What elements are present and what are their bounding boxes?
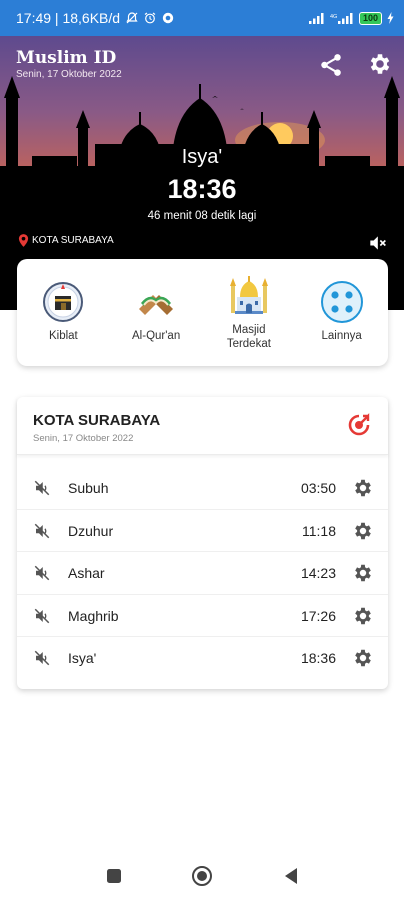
- status-bar: 17:49 | 18,6KB/d 4G 100: [0, 0, 404, 36]
- location-target-icon: [348, 413, 370, 436]
- quran-icon: [133, 279, 179, 325]
- shortcut-label: Masjid Terdekat: [226, 324, 271, 350]
- signal-icon: [308, 12, 325, 24]
- shortcut-label: Lainnya: [321, 330, 362, 342]
- current-prayer-name: Isya': [181, 146, 223, 168]
- prayer-settings-button[interactable]: [352, 605, 374, 627]
- prayer-time: 17:26: [300, 607, 336, 624]
- schedule-city: KOTA SURABAYA: [33, 412, 161, 429]
- mosque-icon: [226, 273, 272, 319]
- shortcut-quran[interactable]: Al-Qur'an: [110, 259, 203, 366]
- notification-off-button[interactable]: [33, 522, 51, 540]
- prayer-name: Isya': [68, 650, 97, 666]
- settings-button[interactable]: [367, 51, 393, 77]
- prayer-time: 11:18: [302, 522, 336, 539]
- schedule-date: Senin, 17 Oktober 2022: [33, 433, 134, 444]
- prayer-list: Subuh 03:50 Dzuhur 11:18 Ashar 14:23 Mag…: [17, 467, 388, 680]
- alarm-icon: [144, 12, 156, 24]
- prayer-settings-button[interactable]: [352, 562, 374, 584]
- prayer-settings-button[interactable]: [352, 520, 374, 542]
- mute-alarm-icon: [126, 12, 138, 24]
- more-icon: [319, 279, 365, 325]
- charging-icon: [387, 12, 394, 24]
- kaaba-icon: [40, 279, 86, 325]
- gear-icon: [355, 649, 371, 667]
- square-icon: [107, 869, 121, 883]
- prayer-row-ashar: Ashar 14:23: [17, 552, 388, 595]
- change-location-button[interactable]: [347, 413, 371, 437]
- shortcut-label: Kiblat: [48, 330, 78, 342]
- prayer-countdown: 46 menit 08 detik lagi: [147, 210, 257, 222]
- prayer-name: Ashar: [68, 565, 105, 581]
- app-title: Muslim ID: [16, 48, 117, 68]
- volume-off-icon: [34, 480, 50, 496]
- prayer-name: Subuh: [68, 480, 109, 496]
- home-button[interactable]: [191, 865, 213, 887]
- location-selector[interactable]: KOTA SURABAYA: [18, 234, 114, 247]
- status-time: 17:49 | 18,6KB/d: [16, 10, 121, 26]
- volume-off-icon: [370, 236, 386, 250]
- location-label: KOTA SURABAYA: [32, 235, 114, 246]
- notification-off-button[interactable]: [33, 649, 51, 667]
- header-date: Senin, 17 Oktober 2022: [16, 69, 122, 80]
- record-icon: [162, 12, 174, 24]
- back-triangle-icon: [285, 868, 297, 884]
- mute-button[interactable]: [367, 233, 387, 253]
- shortcut-card: Kiblat Al-Qur'an Masjid Terdekat Lainnya: [17, 259, 388, 366]
- gear-icon: [355, 479, 371, 497]
- prayer-row-maghrib: Maghrib 17:26: [17, 595, 388, 637]
- prayer-time: 18:36: [300, 650, 336, 666]
- share-button[interactable]: [318, 52, 344, 78]
- battery-icon: 100: [358, 11, 382, 25]
- svg-text:4G: 4G: [330, 14, 337, 20]
- back-button[interactable]: [280, 865, 302, 887]
- notification-off-button[interactable]: [33, 607, 51, 625]
- prayer-settings-button[interactable]: [352, 477, 374, 499]
- volume-off-icon: [34, 565, 50, 581]
- shortcut-label: Al-Qur'an: [132, 330, 181, 342]
- volume-off-icon: [34, 650, 50, 666]
- prayer-schedule-card: KOTA SURABAYA Senin, 17 Oktober 2022 Sub…: [17, 397, 388, 689]
- gear-icon: [355, 607, 371, 624]
- volume-off-icon: [34, 523, 50, 538]
- share-icon: [321, 54, 341, 76]
- signal-icon: 4G: [330, 12, 354, 24]
- prayer-name: Dzuhur: [68, 522, 114, 539]
- prayer-settings-button[interactable]: [352, 647, 374, 669]
- gear-icon: [355, 564, 371, 582]
- notification-off-button[interactable]: [33, 564, 51, 582]
- location-pin-icon: [18, 234, 29, 247]
- shortcut-kiblat[interactable]: Kiblat: [17, 259, 110, 366]
- prayer-row-isya: Isya' 18:36: [17, 637, 388, 680]
- prayer-time: 14:23: [300, 565, 336, 581]
- prayer-row-dzuhur: Dzuhur 11:18: [17, 510, 388, 552]
- system-nav-bar: [0, 850, 404, 900]
- prayer-row-subuh: Subuh 03:50: [17, 467, 388, 510]
- gear-icon: [355, 522, 371, 539]
- prayer-time: 03:50: [300, 480, 336, 496]
- current-prayer-time: 18:36: [167, 174, 237, 204]
- home-circle-icon: [192, 866, 212, 886]
- schedule-header: KOTA SURABAYA Senin, 17 Oktober 2022: [17, 397, 388, 455]
- shortcut-masjid-terdekat[interactable]: Masjid Terdekat: [203, 259, 296, 366]
- notification-off-button[interactable]: [33, 479, 51, 497]
- shortcut-lainnya[interactable]: Lainnya: [295, 259, 388, 366]
- volume-off-icon: [34, 608, 50, 623]
- prayer-name: Maghrib: [68, 607, 119, 624]
- recents-button[interactable]: [103, 865, 125, 887]
- gear-icon: [370, 54, 390, 74]
